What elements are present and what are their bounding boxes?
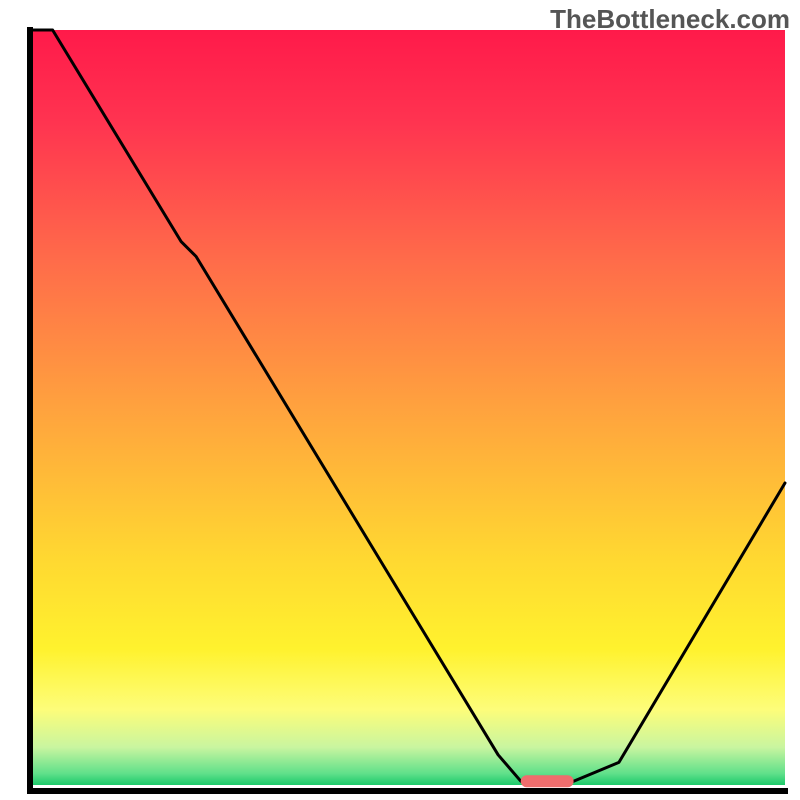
chart-svg [0,0,800,800]
bottleneck-chart: TheBottleneck.com [0,0,800,800]
optimal-marker [521,775,574,787]
watermark-text: TheBottleneck.com [550,4,790,35]
